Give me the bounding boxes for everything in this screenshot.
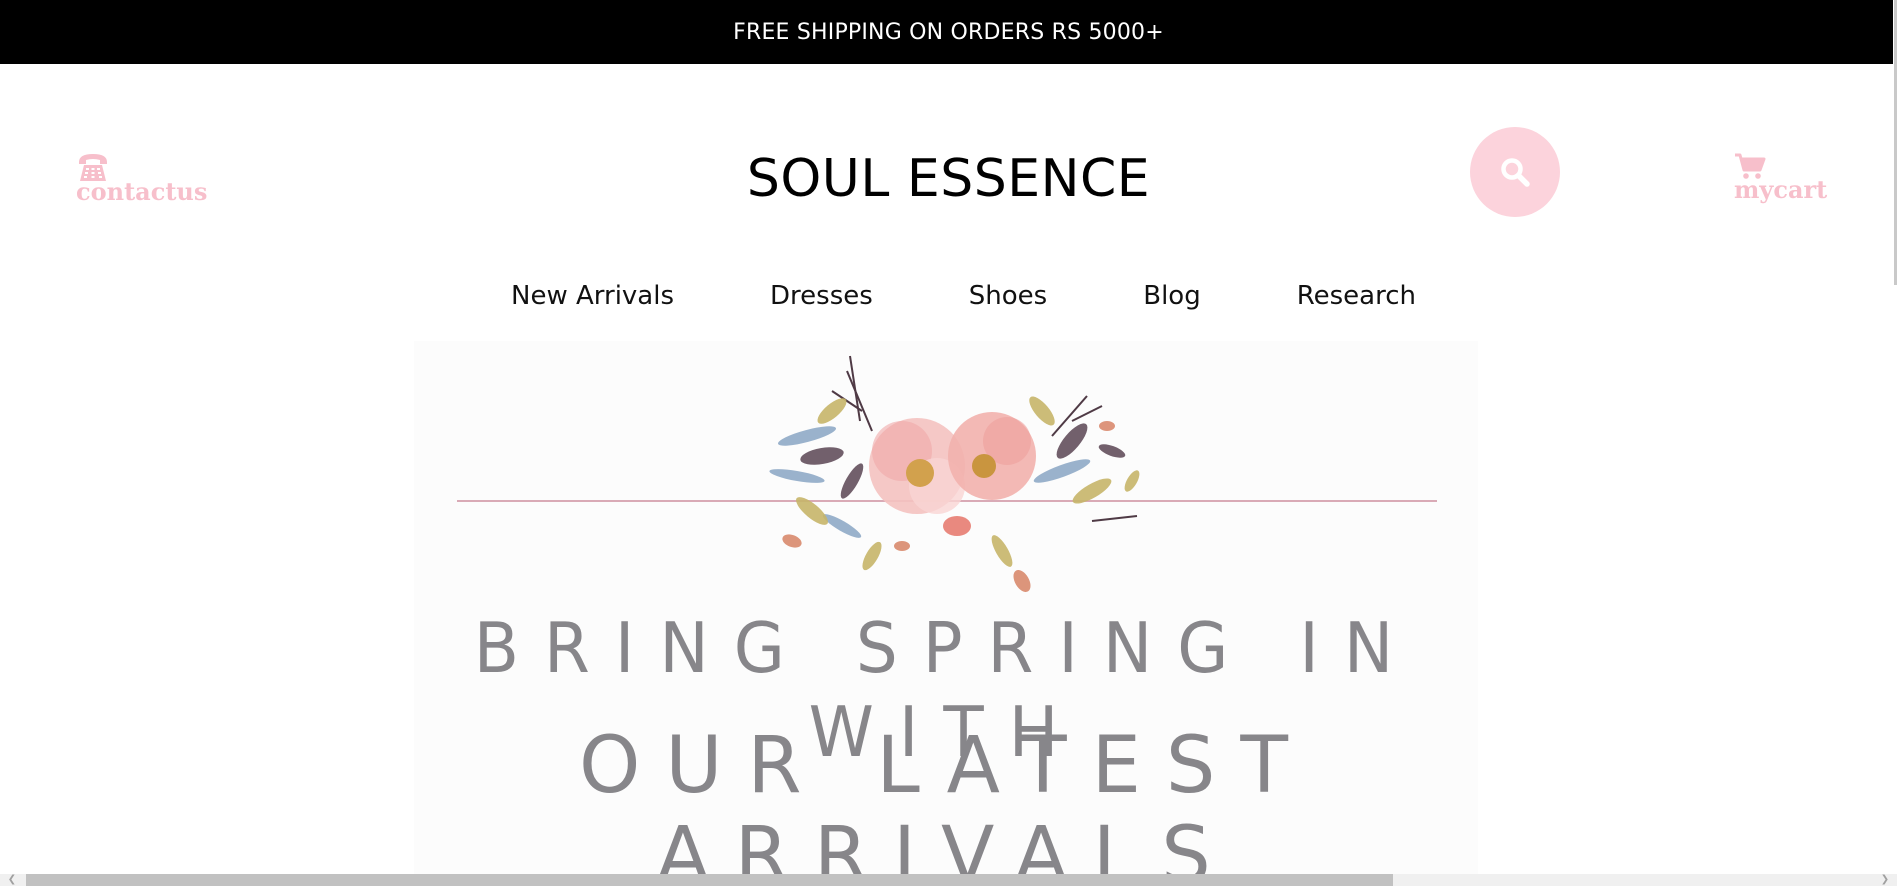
horizontal-scrollbar-thumb[interactable] <box>26 874 1393 886</box>
horizontal-scrollbar[interactable]: ❮ ❯ <box>0 874 1897 886</box>
main-nav: New Arrivals Dresses Shoes Blog Research <box>0 278 1897 314</box>
hero-banner: BRING SPRING IN WITH OUR LATEST ARRIVALS <box>414 341 1478 876</box>
search-icon <box>1501 158 1530 187</box>
vertical-scrollbar[interactable] <box>1893 0 1897 886</box>
nav-item-blog[interactable]: Blog <box>1143 278 1200 314</box>
nav-item-new-arrivals[interactable]: New Arrivals <box>511 278 674 314</box>
my-cart-label: mycart <box>1734 175 1828 204</box>
search-button[interactable] <box>1470 127 1560 217</box>
floral-bouquet-illustration <box>769 355 1140 592</box>
promo-banner: FREE SHIPPING ON ORDERS RS 5000+ <box>0 0 1897 64</box>
scroll-left-arrow-icon[interactable]: ❮ <box>0 874 24 886</box>
scroll-right-arrow-icon[interactable]: ❯ <box>1873 874 1897 886</box>
page: FREE SHIPPING ON ORDERS RS 5000+ contact… <box>0 0 1897 886</box>
nav-item-research[interactable]: Research <box>1297 278 1416 314</box>
hero-headline-line-2: OUR LATEST ARRIVALS <box>578 721 1314 876</box>
nav-item-dresses[interactable]: Dresses <box>770 278 873 314</box>
nav-item-shoes[interactable]: Shoes <box>969 278 1047 314</box>
promo-text: FREE SHIPPING ON ORDERS RS 5000+ <box>733 19 1164 45</box>
my-cart-link[interactable]: mycart <box>1734 152 1827 202</box>
brand-title: SOUL ESSENCE <box>746 149 1151 209</box>
